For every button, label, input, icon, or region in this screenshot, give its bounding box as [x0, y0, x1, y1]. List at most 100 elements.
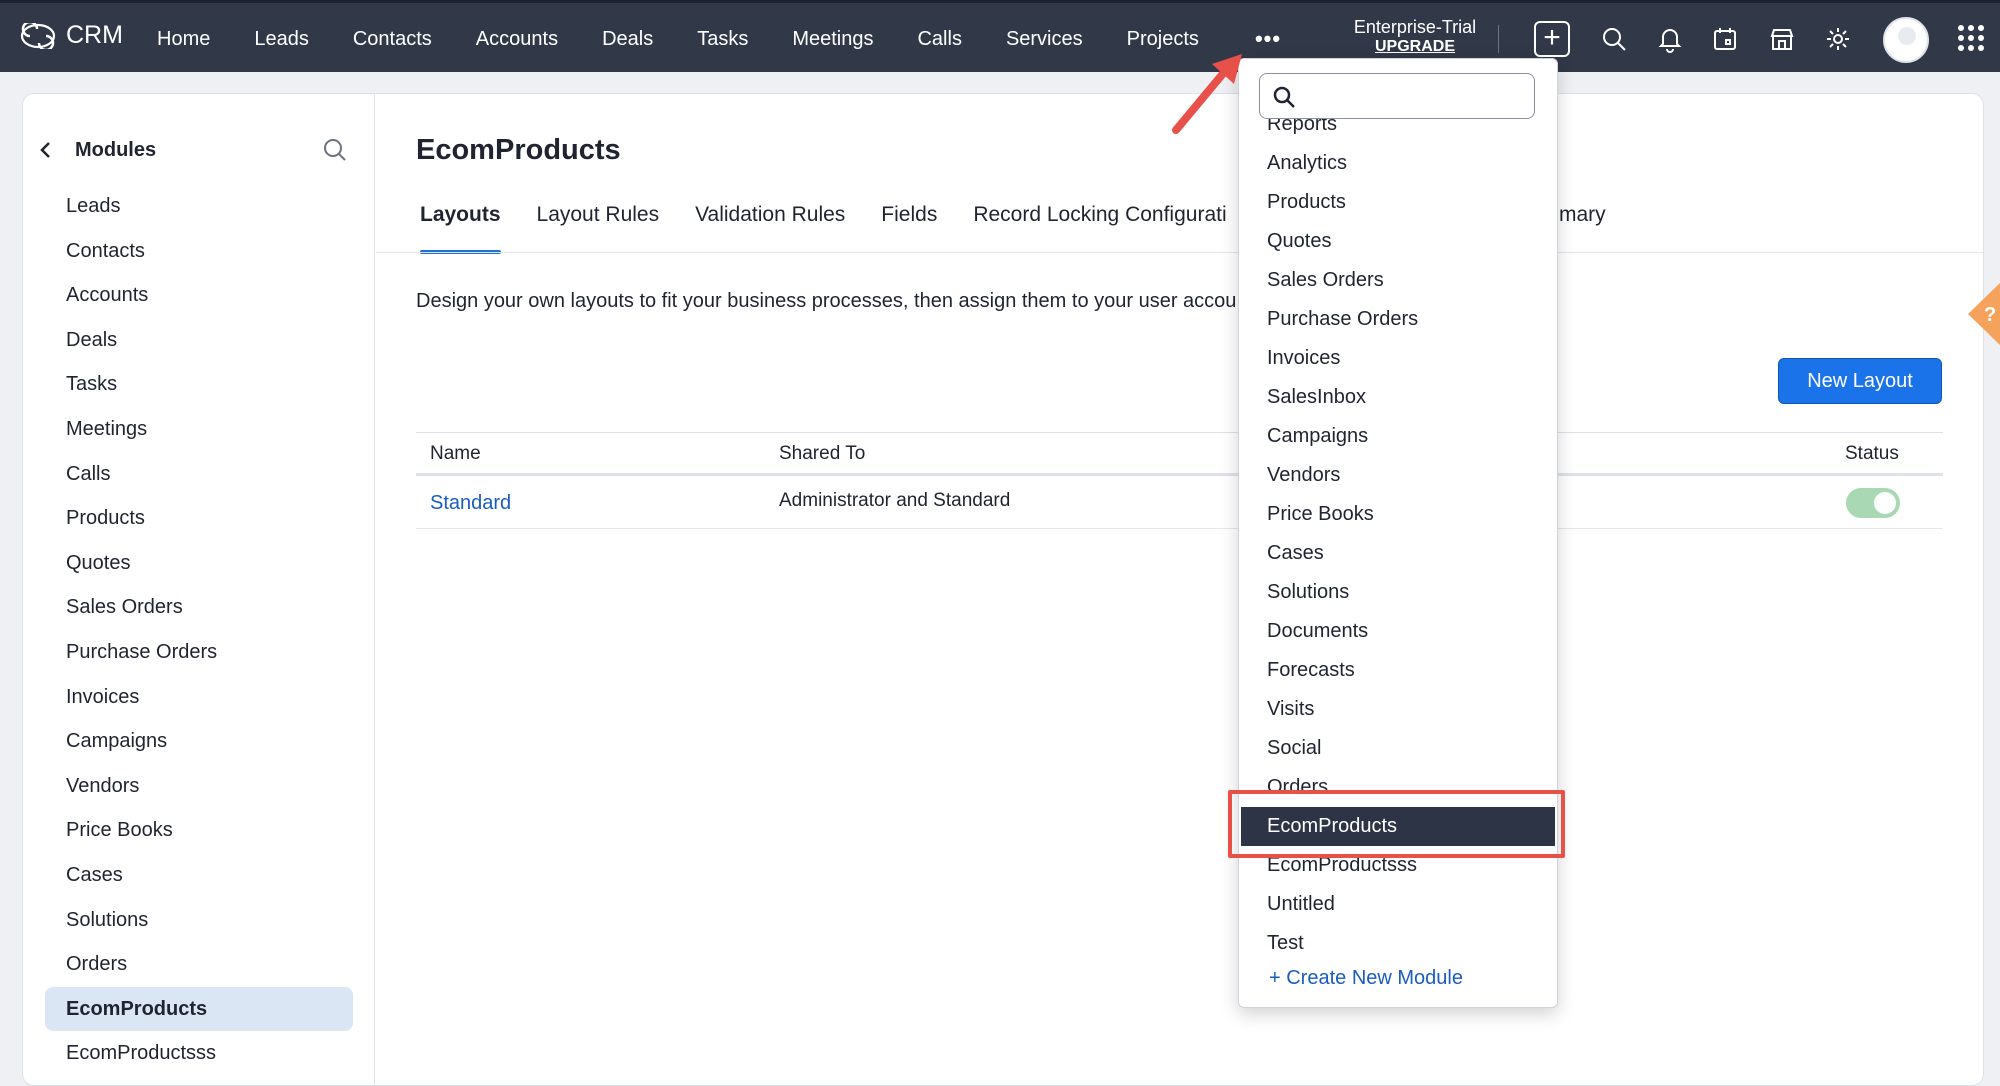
- nav-meetings[interactable]: Meetings: [770, 3, 895, 75]
- dropdown-item-invoices[interactable]: Invoices: [1239, 339, 1557, 378]
- nav-tasks[interactable]: Tasks: [675, 3, 770, 75]
- crm-logo-icon: [20, 22, 56, 49]
- crm-logo[interactable]: CRM: [20, 21, 123, 50]
- dropdown-item-forecasts[interactable]: Forecasts: [1239, 651, 1557, 690]
- tab-fields[interactable]: Fields: [863, 194, 955, 254]
- main-card: Modules Leads Contacts Accounts Deals Ta…: [22, 93, 1984, 1086]
- sidebar-item-quotes[interactable]: Quotes: [45, 541, 353, 586]
- app-name: CRM: [66, 21, 123, 49]
- tab-layouts[interactable]: Layouts: [416, 194, 519, 254]
- sidebar-item-campaigns[interactable]: Campaigns: [45, 719, 353, 764]
- sidebar-item-ecomproducts[interactable]: EcomProducts: [45, 986, 353, 1032]
- dropdown-item-products[interactable]: Products: [1239, 183, 1557, 222]
- layout-name-link[interactable]: Standard: [430, 492, 511, 515]
- more-modules-button[interactable]: •••: [1252, 25, 1284, 53]
- layouts-table: Name Shared To Status Standard Administr…: [416, 432, 1943, 529]
- dropdown-item-cases[interactable]: Cases: [1239, 534, 1557, 573]
- nav-services[interactable]: Services: [984, 3, 1105, 75]
- modules-sidebar: Modules Leads Contacts Accounts Deals Ta…: [23, 94, 375, 1085]
- create-new-module-link[interactable]: + Create New Module: [1269, 967, 1463, 990]
- gear-icon[interactable]: [1824, 25, 1852, 53]
- sidebar-item-accounts[interactable]: Accounts: [45, 273, 353, 318]
- help-question-icon: ?: [1984, 304, 1996, 326]
- upgrade-link[interactable]: UPGRADE: [1350, 37, 1480, 57]
- sidebar-item-orders[interactable]: Orders: [45, 942, 353, 987]
- column-name: Name: [430, 443, 481, 464]
- tab-record-locking[interactable]: Record Locking Configurati: [955, 194, 1244, 254]
- main-nav: Home Leads Contacts Accounts Deals Tasks…: [157, 3, 1221, 75]
- nav-calls[interactable]: Calls: [895, 3, 983, 75]
- dropdown-item-solutions[interactable]: Solutions: [1239, 573, 1557, 612]
- create-button[interactable]: +: [1534, 21, 1570, 57]
- marketplace-icon[interactable]: [1768, 25, 1796, 53]
- sidebar-item-cases[interactable]: Cases: [45, 853, 353, 898]
- sidebar-item-leads[interactable]: Leads: [45, 184, 353, 229]
- column-shared-to: Shared To: [779, 443, 866, 464]
- dropdown-item-social[interactable]: Social: [1239, 729, 1557, 768]
- dropdown-search-input[interactable]: [1259, 73, 1535, 119]
- dropdown-item-salesinbox[interactable]: SalesInbox: [1239, 378, 1557, 417]
- sidebar-item-products[interactable]: Products: [45, 496, 353, 541]
- nav-accounts[interactable]: Accounts: [454, 3, 580, 75]
- dropdown-item-campaigns[interactable]: Campaigns: [1239, 417, 1557, 456]
- nav-leads[interactable]: Leads: [232, 3, 331, 75]
- sidebar-item-tasks[interactable]: Tasks: [45, 362, 353, 407]
- sidebar-search-icon[interactable]: [321, 136, 349, 164]
- bell-icon[interactable]: [1656, 25, 1684, 53]
- help-tab[interactable]: ?: [1950, 283, 2000, 345]
- user-avatar[interactable]: [1883, 17, 1929, 63]
- calendar-icon[interactable]: [1711, 25, 1739, 53]
- nav-deals[interactable]: Deals: [580, 3, 675, 75]
- sidebar-item-contacts[interactable]: Contacts: [45, 229, 353, 274]
- tabs-divider: [376, 252, 1983, 253]
- sidebar-item-purchase-orders[interactable]: Purchase Orders: [45, 630, 353, 675]
- status-toggle[interactable]: [1846, 488, 1900, 518]
- column-status: Status: [1845, 443, 1899, 464]
- tab-summary[interactable]: mary: [1559, 194, 1606, 236]
- sidebar-item-solutions[interactable]: Solutions: [45, 898, 353, 943]
- sidebar-item-sales-orders[interactable]: Sales Orders: [45, 585, 353, 630]
- dropdown-item-sales-orders[interactable]: Sales Orders: [1239, 261, 1557, 300]
- sidebar-item-vendors[interactable]: Vendors: [45, 764, 353, 809]
- dropdown-item-documents[interactable]: Documents: [1239, 612, 1557, 651]
- sidebar-item-invoices[interactable]: Invoices: [45, 675, 353, 720]
- dropdown-item-purchase-orders[interactable]: Purchase Orders: [1239, 300, 1557, 339]
- highlight-box: [1228, 790, 1565, 858]
- sidebar-header: Modules: [35, 132, 365, 168]
- table-header: Name Shared To Status: [416, 432, 1943, 476]
- plan-label: Enterprise-Trial: [1353, 17, 1477, 37]
- page-title: EcomProducts: [416, 134, 621, 166]
- dropdown-item-vendors[interactable]: Vendors: [1239, 456, 1557, 495]
- tab-layout-rules[interactable]: Layout Rules: [519, 194, 678, 254]
- trial-info: Enterprise-Trial UPGRADE: [1350, 17, 1480, 57]
- dropdown-item-quotes[interactable]: Quotes: [1239, 222, 1557, 261]
- table-row: Standard Administrator and Standard: [416, 476, 1943, 529]
- sidebar-item-calls[interactable]: Calls: [45, 452, 353, 497]
- nav-home[interactable]: Home: [157, 3, 232, 75]
- nav-contacts[interactable]: Contacts: [331, 3, 454, 75]
- dropdown-item-test[interactable]: Test: [1239, 924, 1557, 963]
- back-chevron-icon[interactable]: [35, 139, 57, 161]
- annotation-arrow: [1172, 54, 1242, 134]
- sidebar-title: Modules: [75, 138, 157, 161]
- search-icon: [1273, 86, 1295, 108]
- dropdown-item-analytics[interactable]: Analytics: [1239, 144, 1557, 183]
- dropdown-item-untitled[interactable]: Untitled: [1239, 885, 1557, 924]
- sidebar-item-ecomproductsss[interactable]: EcomProductsss: [45, 1031, 353, 1076]
- top-navbar: CRM Home Leads Contacts Accounts Deals T…: [0, 0, 2000, 72]
- dropdown-item-price-books[interactable]: Price Books: [1239, 495, 1557, 534]
- module-content: EcomProducts Layouts Layout Rules Valida…: [376, 94, 1983, 1085]
- new-layout-button[interactable]: New Layout: [1778, 358, 1942, 404]
- layout-shared-to: Administrator and Standard: [779, 490, 1011, 511]
- sidebar-module-list: Leads Contacts Accounts Deals Tasks Meet…: [45, 184, 353, 1076]
- search-icon[interactable]: [1600, 25, 1628, 53]
- sidebar-item-deals[interactable]: Deals: [45, 318, 353, 363]
- sidebar-item-price-books[interactable]: Price Books: [45, 808, 353, 853]
- more-modules-dropdown: Reports Analytics Products Quotes Sales …: [1238, 58, 1558, 1008]
- tab-validation-rules[interactable]: Validation Rules: [677, 194, 863, 254]
- dropdown-item-visits[interactable]: Visits: [1239, 690, 1557, 729]
- sidebar-item-meetings[interactable]: Meetings: [45, 407, 353, 452]
- module-tabs: Layouts Layout Rules Validation Rules Fi…: [416, 194, 1245, 254]
- apps-grid-icon[interactable]: [1958, 25, 1984, 51]
- layouts-description: Design your own layouts to fit your busi…: [416, 290, 1237, 312]
